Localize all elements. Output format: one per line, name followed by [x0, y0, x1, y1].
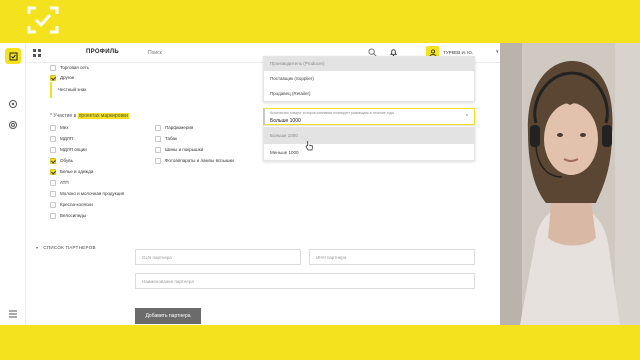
checkbox-row[interactable]: Белье и одежда — [50, 167, 93, 176]
checkbox[interactable] — [155, 157, 161, 164]
checkbox-label: МДЛП опции — [60, 147, 87, 152]
checkbox-row[interactable]: Обувь — [50, 156, 73, 165]
checkbox-label: Кресла-коляски — [60, 202, 93, 207]
checkbox-row[interactable]: Фотоаппараты и лампы вспышки — [155, 156, 234, 165]
checkbox[interactable] — [50, 190, 56, 197]
gear-icon[interactable] — [8, 120, 18, 130]
checkbox-label: Молоко и молочная продукция — [60, 191, 125, 196]
product-count-select[interactable]: Количество товара, которое компания план… — [263, 108, 475, 125]
checkbox[interactable] — [50, 124, 56, 131]
checkbox[interactable] — [50, 168, 56, 175]
left-sidebar — [0, 43, 26, 325]
checkbox-row[interactable]: Табак — [155, 134, 177, 143]
checkbox-label: Велосипеды — [60, 213, 86, 218]
checkbox-row[interactable]: Молоко и молочная продукция — [50, 189, 124, 198]
checkbox-label: Шины и покрышки — [165, 147, 204, 152]
checkbox-row[interactable]: Шины и покрышки — [155, 145, 203, 154]
webcam-video — [500, 43, 640, 325]
select-caption: Количество товара, которое компания план… — [270, 111, 394, 115]
profile-window: ПРОФИЛЬ ТУРКЕВ И. Ю. ▾ Торговая сеть Дру… — [0, 43, 500, 325]
checkbox-row[interactable]: Велосипеды — [50, 211, 86, 220]
checkbox-row[interactable]: АТП — [50, 178, 69, 187]
menu-icon[interactable] — [8, 309, 18, 319]
page-title: ПРОФИЛЬ — [86, 49, 119, 55]
checkbox[interactable] — [50, 74, 56, 81]
partner-name-input[interactable]: Наименование партнера — [135, 273, 475, 289]
checkbox-row[interactable]: Мех — [50, 123, 68, 132]
dropdown-option[interactable]: Производитель (Producer) — [264, 57, 474, 71]
chevron-down-icon: ▾ — [36, 245, 39, 250]
checkbox-row[interactable]: Другое — [50, 73, 74, 82]
checkbox[interactable] — [50, 64, 56, 71]
checkbox[interactable] — [50, 179, 56, 186]
hand-cursor-icon — [305, 141, 313, 151]
role-dropdown-list: Производитель (Producer) Поставщик (Supp… — [263, 56, 475, 102]
participation-label: * Участие в проектах маркировки — [50, 113, 130, 119]
chevron-up-icon[interactable]: ⌃ — [465, 114, 469, 120]
app-logo-icon[interactable] — [5, 48, 21, 64]
product-count-options: Больше 1000 Меньше 1000 — [263, 125, 475, 161]
checkbox-label: Белье и одежда — [60, 169, 94, 174]
dropdown-option[interactable]: Продавец (Retailer) — [264, 87, 474, 101]
grid-menu-icon[interactable] — [32, 48, 42, 58]
checkbox-label: Фотоаппараты и лампы вспышки — [165, 158, 234, 163]
chevron-down-icon[interactable]: ▾ — [496, 49, 499, 55]
checkbox-row[interactable]: Торговая сеть — [50, 63, 89, 72]
checkbox-label: МДЛП — [60, 136, 73, 141]
presenter-image — [500, 43, 640, 325]
dropdown-option[interactable]: Поставщик (Supplier) — [264, 72, 474, 86]
settings-icon[interactable] — [8, 99, 18, 109]
checkbox-label: Другое — [60, 75, 75, 80]
selected-tag[interactable]: Честный знак — [50, 82, 118, 98]
checkbox-row[interactable]: МДЛП опции — [50, 145, 87, 154]
checkbox-row[interactable]: МДЛП — [50, 134, 73, 143]
partners-section-header[interactable]: ▾ СПИСОК ПАРТНЕРОВ — [36, 245, 96, 250]
add-partner-button[interactable]: Добавить партнера — [135, 308, 201, 324]
checkbox[interactable] — [155, 135, 161, 142]
checkbox[interactable] — [50, 146, 56, 153]
checkbox-label: Парфюмерия — [165, 125, 194, 130]
checkbox[interactable] — [50, 135, 56, 142]
checkbox-label: Торговая сеть — [60, 65, 89, 70]
dropdown-option[interactable]: Меньше 1000 — [264, 144, 474, 161]
checkbox[interactable] — [50, 201, 56, 208]
checkbox-row[interactable]: Парфюмерия — [155, 123, 193, 132]
select-value: Больше 1000 — [270, 118, 301, 124]
checkbox[interactable] — [155, 146, 161, 153]
checkbox-label: Табак — [165, 136, 177, 141]
checkbox[interactable] — [50, 157, 56, 164]
dropdown-option[interactable]: Больше 1000 — [264, 127, 474, 144]
gln-input[interactable]: GLN партнера — [135, 249, 301, 265]
brand-logo-icon — [27, 6, 59, 34]
checkbox-row[interactable]: Кресла-коляски — [50, 200, 93, 209]
checkbox-label: Обувь — [60, 158, 73, 163]
checkbox-label: Мех — [60, 125, 69, 130]
inn-input[interactable]: ИНН партнера — [309, 249, 475, 265]
checkbox[interactable] — [155, 124, 161, 131]
checkbox[interactable] — [50, 212, 56, 219]
user-name: ТУРКЕВ И. Ю. — [443, 50, 474, 55]
checkbox-label: АТП — [60, 180, 69, 185]
